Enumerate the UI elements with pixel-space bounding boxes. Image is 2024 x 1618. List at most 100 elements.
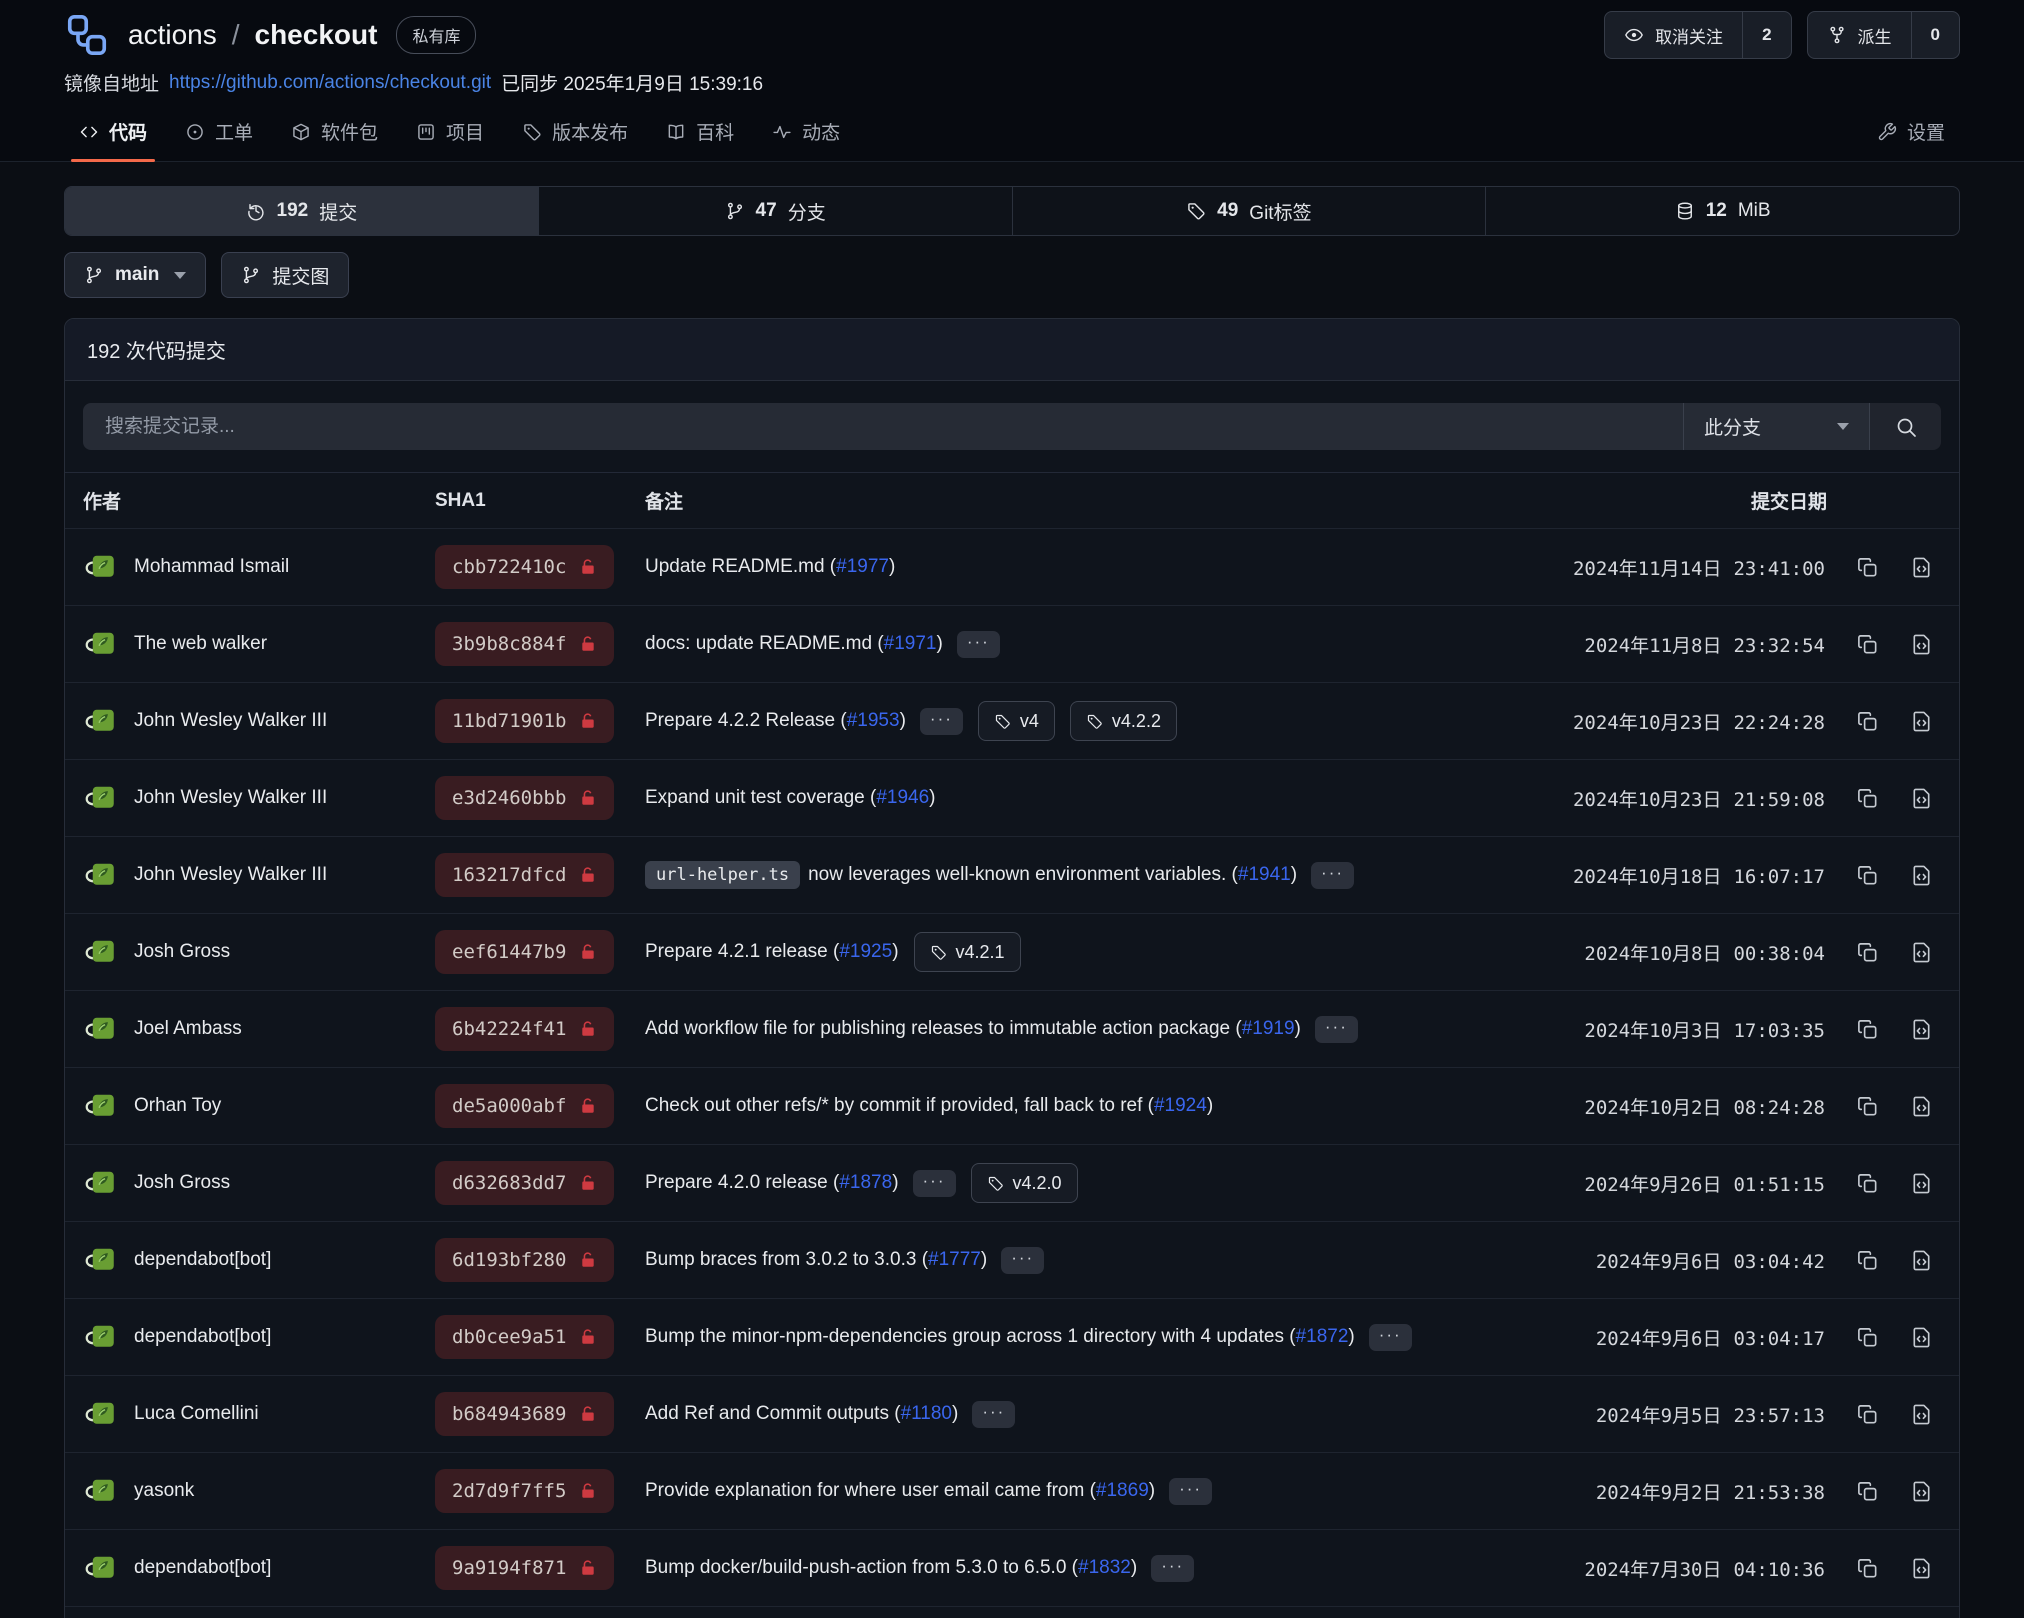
commit-sha-link[interactable]: b684943689 [435,1392,614,1436]
commit-sha-link[interactable]: 6b42224f41 [435,1007,614,1051]
copy-sha-icon[interactable] [1856,1095,1879,1118]
expand-commit-button[interactable]: ··· [1369,1324,1412,1351]
unwatch-button[interactable]: 取消关注 2 [1604,11,1791,59]
forks-count[interactable]: 0 [1911,12,1959,58]
issue-ref-link[interactable]: #1924 [1154,1095,1207,1117]
tab-projects[interactable]: 项目 [401,105,499,161]
commit-author-link[interactable]: Joel Ambass [134,1018,242,1040]
expand-commit-button[interactable]: ··· [1315,1016,1358,1043]
copy-sha-icon[interactable] [1856,864,1879,887]
commit-author-link[interactable]: dependabot[bot] [134,1557,271,1579]
expand-commit-button[interactable]: ··· [1151,1555,1194,1582]
commit-sha-link[interactable]: db0cee9a51 [435,1315,614,1359]
branch-selector[interactable]: main [64,252,206,298]
browse-source-icon[interactable] [1910,633,1933,656]
issue-ref-link[interactable]: #1872 [1296,1326,1349,1348]
tab-wiki[interactable]: 百科 [651,105,749,161]
copy-sha-icon[interactable] [1856,1326,1879,1349]
commit-tag-v4.2.0[interactable]: v4.2.0 [971,1163,1078,1203]
stats-tags[interactable]: 49Git标签 [1012,187,1486,235]
issue-ref-link[interactable]: #1919 [1242,1018,1295,1040]
commit-author-link[interactable]: dependabot[bot] [134,1326,271,1348]
commit-author-link[interactable]: John Wesley Walker III [134,864,327,886]
commit-sha-link[interactable]: 11bd71901b [435,699,614,743]
commit-sha-link[interactable]: e3d2460bbb [435,776,614,820]
issue-ref-link[interactable]: #1180 [901,1403,952,1425]
browse-source-icon[interactable] [1910,1557,1933,1580]
commit-author-link[interactable]: Luca Comellini [134,1403,259,1425]
browse-source-icon[interactable] [1910,710,1933,733]
issue-ref-link[interactable]: #1941 [1238,864,1291,886]
browse-source-icon[interactable] [1910,1172,1933,1195]
expand-commit-button[interactable]: ··· [1169,1478,1212,1505]
repo-owner-link[interactable]: actions [128,19,217,51]
copy-sha-icon[interactable] [1856,1480,1879,1503]
commit-sha-link[interactable]: 2d7d9f7ff5 [435,1469,614,1513]
fork-button[interactable]: 派生 0 [1807,11,1960,59]
copy-sha-icon[interactable] [1856,787,1879,810]
commit-search-input[interactable] [83,403,1683,450]
commit-author-link[interactable]: John Wesley Walker III [134,787,327,809]
copy-sha-icon[interactable] [1856,1172,1879,1195]
commit-sha-link[interactable]: cbb722410c [435,545,614,589]
copy-sha-icon[interactable] [1856,941,1879,964]
tab-code[interactable]: 代码 [64,105,162,161]
expand-commit-button[interactable]: ··· [1001,1247,1044,1274]
copy-sha-icon[interactable] [1856,1557,1879,1580]
repo-name-link[interactable]: checkout [255,19,378,51]
commit-author-link[interactable]: Josh Gross [134,1172,230,1194]
expand-commit-button[interactable]: ··· [1311,862,1354,889]
issue-ref-link[interactable]: #1977 [836,556,889,578]
issue-ref-link[interactable]: #1869 [1096,1480,1149,1502]
stats-commits[interactable]: 192提交 [65,187,538,235]
copy-sha-icon[interactable] [1856,556,1879,579]
commit-search-button[interactable] [1869,403,1941,450]
commit-tag-v4.2.1[interactable]: v4.2.1 [914,932,1021,972]
browse-source-icon[interactable] [1910,941,1933,964]
browse-source-icon[interactable] [1910,1403,1933,1426]
expand-commit-button[interactable]: ··· [957,631,1000,658]
commit-sha-link[interactable]: 9a9194f871 [435,1546,614,1590]
branch-filter-dropdown[interactable]: 此分支 [1683,403,1869,450]
tab-releases[interactable]: 版本发布 [507,105,643,161]
expand-commit-button[interactable]: ··· [972,1401,1015,1428]
copy-sha-icon[interactable] [1856,633,1879,656]
browse-source-icon[interactable] [1910,1095,1933,1118]
commit-sha-link[interactable]: de5a000abf [435,1084,614,1128]
commit-sha-link[interactable]: eef61447b9 [435,930,614,974]
commit-tag-v4.2.2[interactable]: v4.2.2 [1070,701,1177,741]
tab-issues[interactable]: 工单 [170,105,268,161]
issue-ref-link[interactable]: #1777 [928,1249,981,1271]
copy-sha-icon[interactable] [1856,1018,1879,1041]
tab-activity[interactable]: 动态 [757,105,855,161]
browse-source-icon[interactable] [1910,1326,1933,1349]
expand-commit-button[interactable]: ··· [920,708,963,735]
issue-ref-link[interactable]: #1946 [876,787,929,809]
watchers-count[interactable]: 2 [1742,12,1790,58]
browse-source-icon[interactable] [1910,1480,1933,1503]
issue-ref-link[interactable]: #1925 [839,941,892,963]
issue-ref-link[interactable]: #1878 [839,1172,892,1194]
commit-sha-link[interactable]: 6d193bf280 [435,1238,614,1282]
commit-sha-link[interactable]: 163217dfcd [435,853,614,897]
stats-size[interactable]: 12MiB [1485,187,1959,235]
browse-source-icon[interactable] [1910,1249,1933,1272]
stats-branches[interactable]: 47分支 [538,187,1012,235]
commit-graph-button[interactable]: 提交图 [221,252,349,298]
mirror-url-link[interactable]: https://github.com/actions/checkout.git [169,72,491,94]
commit-author-link[interactable]: yasonk [134,1480,194,1502]
issue-ref-link[interactable]: #1953 [847,710,900,732]
copy-sha-icon[interactable] [1856,710,1879,733]
copy-sha-icon[interactable] [1856,1249,1879,1272]
commit-author-link[interactable]: John Wesley Walker III [134,710,327,732]
issue-ref-link[interactable]: #1971 [884,633,937,655]
commit-sha-link[interactable]: 3b9b8c884f [435,622,614,666]
commit-tag-v4[interactable]: v4 [978,701,1055,741]
commit-author-link[interactable]: Orhan Toy [134,1095,221,1117]
tab-settings[interactable]: 设置 [1862,105,1960,161]
tab-packages[interactable]: 软件包 [276,105,393,161]
browse-source-icon[interactable] [1910,556,1933,579]
issue-ref-link[interactable]: #1832 [1078,1557,1131,1579]
browse-source-icon[interactable] [1910,1018,1933,1041]
commit-sha-link[interactable]: d632683dd7 [435,1161,614,1205]
